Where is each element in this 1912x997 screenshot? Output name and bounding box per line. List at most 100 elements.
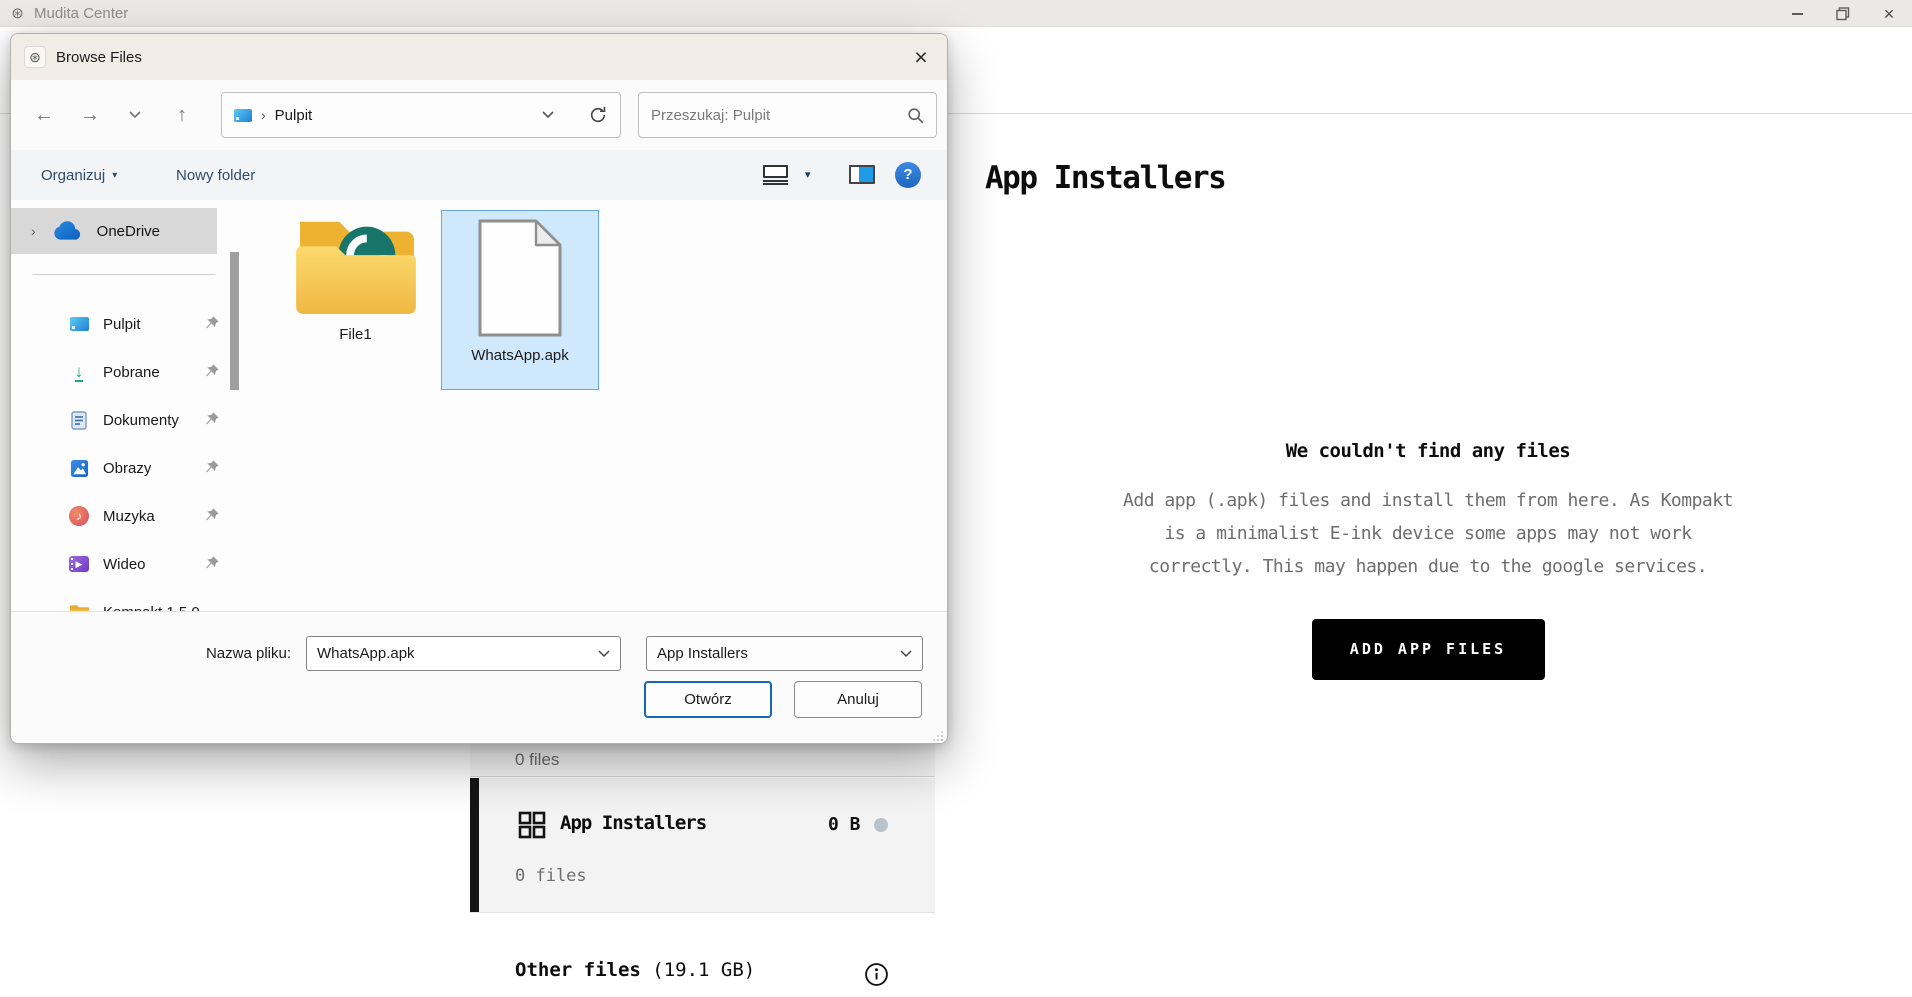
music-icon: ♪ (69, 506, 89, 526)
refresh-icon[interactable] (588, 105, 608, 125)
sidebar-item-label: Kompakt 1.5.0 (103, 604, 200, 612)
pin-icon[interactable] (203, 411, 220, 428)
new-folder-button[interactable]: Nowy folder (176, 150, 255, 200)
storage-row-other-files[interactable]: Other files (19.1 GB) (470, 935, 935, 997)
expand-chevron-icon[interactable]: › (31, 223, 36, 239)
sidebar-item-label: Pulpit (103, 315, 141, 333)
breadcrumb-separator-icon: › (261, 107, 266, 123)
window-title: Mudita Center (34, 4, 129, 22)
view-mode-button[interactable] (763, 165, 788, 185)
folder-icon (295, 221, 416, 315)
info-icon[interactable] (864, 962, 889, 987)
restore-button[interactable] (1820, 0, 1866, 27)
desktop-icon (69, 314, 89, 334)
sidebar-item-label: Dokumenty (103, 411, 179, 429)
filetype-value: App Installers (657, 645, 748, 662)
chevron-down-icon (900, 649, 912, 657)
forward-icon: → (80, 103, 100, 126)
recent-locations-button[interactable] (123, 80, 147, 150)
open-button[interactable]: Otwórz (644, 681, 772, 718)
other-files-label: Other files (515, 959, 641, 981)
help-icon: ? (903, 166, 913, 183)
breadcrumb-location[interactable]: Pulpit (275, 107, 313, 124)
address-bar[interactable]: › Pulpit (221, 92, 621, 138)
pin-icon[interactable] (203, 555, 220, 572)
sidebar-item-kompakt[interactable]: Kompakt 1.5.0 (11, 588, 236, 611)
sidebar-item-wideo[interactable]: ▶ Wideo (11, 540, 236, 588)
dialog-toolbar: Organizuj ▾ Nowy folder ▾ ? (11, 150, 947, 200)
back-icon: ← (34, 103, 54, 126)
pin-icon[interactable] (203, 363, 220, 380)
mudita-logo-icon: ⊛ (24, 46, 46, 68)
close-icon: × (1883, 3, 1895, 24)
chevron-down-icon (129, 111, 141, 119)
file-tile-selected[interactable]: WhatsApp.apk (441, 210, 599, 390)
add-app-files-button[interactable]: ADD APP FILES (1311, 619, 1545, 680)
empty-state-title: We couldn't find any files (1285, 440, 1571, 462)
search-placeholder: Przeszukaj: Pulpit (651, 106, 771, 124)
sidebar-item-dokumenty[interactable]: Dokumenty (11, 396, 236, 444)
view-mode-dropdown[interactable]: ▾ (805, 168, 811, 181)
cancel-button[interactable]: Anuluj (794, 681, 922, 718)
window-titlebar: ⊛ Mudita Center × (0, 0, 1912, 27)
dialog-close-button[interactable]: × (901, 38, 941, 76)
sidebar-item-pulpit[interactable]: Pulpit (11, 300, 236, 348)
pin-icon[interactable] (203, 459, 220, 476)
sidebar-item-label: OneDrive (96, 222, 161, 240)
category-size: 0 B (828, 814, 861, 835)
preview-pane-button[interactable] (849, 165, 875, 184)
search-input[interactable]: Przeszukaj: Pulpit (638, 92, 937, 138)
chevron-down-icon (598, 649, 610, 657)
address-dropdown-button[interactable] (542, 111, 554, 119)
sidebar-item-label: Wideo (103, 555, 146, 573)
sidebar-item-pobrane[interactable]: ↓ Pobrane (11, 348, 236, 396)
file-tile-folder[interactable]: File1 (278, 210, 433, 390)
filename-combobox[interactable]: WhatsApp.apk (306, 636, 621, 671)
storage-row-partial[interactable]: 0 files (470, 742, 935, 777)
filetype-combobox[interactable]: App Installers (646, 636, 923, 671)
description-line: Add app (.apk) files and install them fr… (1123, 490, 1733, 511)
empty-state: We couldn't find any files Add app (.apk… (1013, 440, 1843, 680)
sidebar-item-muzyka[interactable]: ♪ Muzyka (11, 492, 236, 540)
browse-files-dialog: ⊛ Browse Files × ← → ↑ › Pulpit Przeszuk… (10, 33, 948, 744)
sidebar-scrollbar-thumb[interactable] (230, 252, 239, 390)
dialog-footer: Nazwa pliku: WhatsApp.apk App Installers… (11, 611, 947, 743)
resize-grip[interactable] (931, 729, 944, 742)
sidebar-item-obrazy[interactable]: Obrazy (11, 444, 236, 492)
caret-down-icon: ▾ (112, 169, 118, 181)
app-installers-grid-icon (518, 811, 546, 839)
organize-menu-button[interactable]: Organizuj ▾ (41, 150, 117, 200)
desktop-icon (234, 108, 252, 122)
files-count: 0 files (515, 866, 587, 886)
file-name: WhatsApp.apk (471, 347, 569, 364)
description-line: is a minimalist E-ink device some apps m… (1164, 523, 1692, 544)
caret-down-icon: ▾ (805, 169, 811, 181)
sidebar-item-onedrive[interactable]: › OneDrive (11, 208, 217, 254)
back-button[interactable]: ← (29, 80, 59, 150)
video-icon: ▶ (69, 554, 89, 574)
downloads-icon: ↓ (74, 361, 84, 382)
organize-label: Organizuj (41, 166, 106, 184)
help-button[interactable]: ? (895, 162, 921, 188)
dialog-titlebar: ⊛ Browse Files × (11, 34, 947, 80)
thumbnail-view-icon (763, 165, 788, 178)
document-icon (478, 219, 562, 337)
sidebar-item-label: Obrazy (103, 459, 152, 477)
minimize-button[interactable] (1774, 0, 1820, 27)
dialog-title: Browse Files (56, 48, 142, 66)
file-name: File1 (339, 326, 372, 343)
window-controls: × (1774, 0, 1912, 27)
other-files-size: (19.1 GB) (652, 959, 756, 981)
pin-icon[interactable] (203, 315, 220, 332)
pin-icon[interactable] (203, 507, 220, 524)
chevron-down-icon (542, 111, 554, 119)
storage-row-app-installers[interactable]: App Installers 0 B 0 files (470, 778, 935, 913)
dialog-content: › OneDrive Pulpit ↓ Pobrane Dokumenty Ob… (11, 200, 947, 611)
forward-button[interactable]: → (75, 80, 105, 150)
dialog-sidebar: › OneDrive Pulpit ↓ Pobrane Dokumenty Ob… (11, 200, 243, 611)
files-count: 0 files (515, 750, 560, 769)
up-button[interactable]: ↑ (167, 80, 197, 150)
close-button[interactable]: × (1866, 0, 1912, 27)
folder-icon (69, 602, 89, 611)
dialog-navigation-bar: ← → ↑ › Pulpit Przeszukaj: Pulpit (11, 80, 947, 150)
